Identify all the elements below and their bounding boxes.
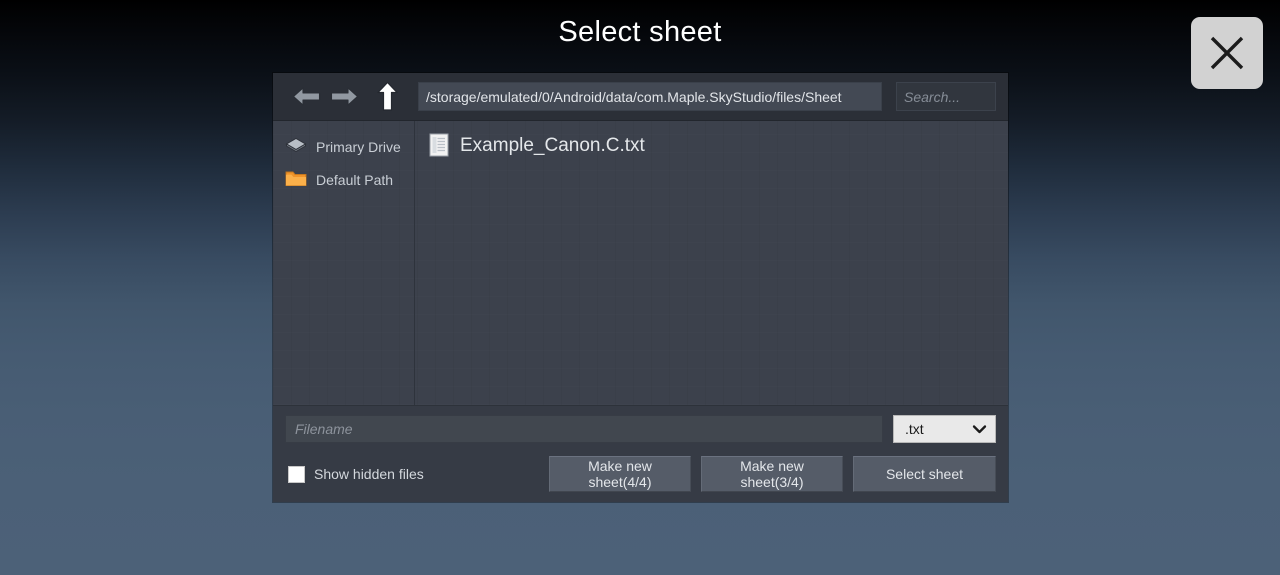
search-input[interactable]: Search... [896, 82, 996, 111]
checkbox-box [288, 465, 305, 483]
sidebar-item-default-path[interactable]: Default Path [273, 163, 414, 196]
dialog-content: Primary Drive Default Path Example_Canon… [273, 121, 1008, 405]
folder-icon [285, 169, 307, 190]
file-list: Example_Canon.C.txt [415, 121, 1008, 405]
places-sidebar: Primary Drive Default Path [273, 121, 415, 405]
drive-icon [285, 137, 307, 156]
filename-input[interactable]: Filename [285, 415, 883, 443]
forward-button[interactable] [325, 80, 363, 114]
sidebar-item-primary-drive[interactable]: Primary Drive [273, 130, 414, 163]
file-name-label: Example_Canon.C.txt [460, 135, 645, 156]
arrow-right-icon [330, 87, 358, 106]
show-hidden-files-label: Show hidden files [314, 466, 424, 482]
filename-row: Filename .txt [285, 415, 996, 443]
back-button[interactable] [287, 80, 325, 114]
navigation-toolbar: /storage/emulated/0/Android/data/com.Map… [273, 73, 1008, 121]
up-directory-button[interactable] [368, 80, 406, 114]
show-hidden-files-checkbox[interactable]: Show hidden files [288, 465, 539, 483]
actions-row: Show hidden files Make new sheet(4/4) Ma… [285, 456, 996, 492]
close-button[interactable] [1191, 17, 1263, 89]
arrow-left-icon [292, 87, 320, 106]
extension-select[interactable]: .txt [893, 415, 996, 443]
file-picker-dialog: /storage/emulated/0/Android/data/com.Map… [273, 73, 1008, 502]
chevron-down-icon [972, 421, 987, 437]
page-title: Select sheet [558, 16, 722, 48]
arrow-up-icon [376, 81, 398, 111]
path-input[interactable]: /storage/emulated/0/Android/data/com.Map… [418, 82, 882, 111]
extension-select-value: .txt [905, 421, 924, 437]
sidebar-item-label: Primary Drive [316, 138, 401, 155]
close-icon [1210, 36, 1244, 70]
file-list-item[interactable]: Example_Canon.C.txt [415, 128, 1008, 164]
select-sheet-button[interactable]: Select sheet [853, 456, 996, 492]
sidebar-item-label: Default Path [316, 171, 394, 188]
make-new-sheet-3-button[interactable]: Make new sheet(3/4) [701, 456, 843, 492]
text-file-icon [429, 133, 449, 160]
make-new-sheet-4-button[interactable]: Make new sheet(4/4) [549, 456, 691, 492]
dialog-footer: Filename .txt Show hidden files Make new… [273, 405, 1008, 502]
